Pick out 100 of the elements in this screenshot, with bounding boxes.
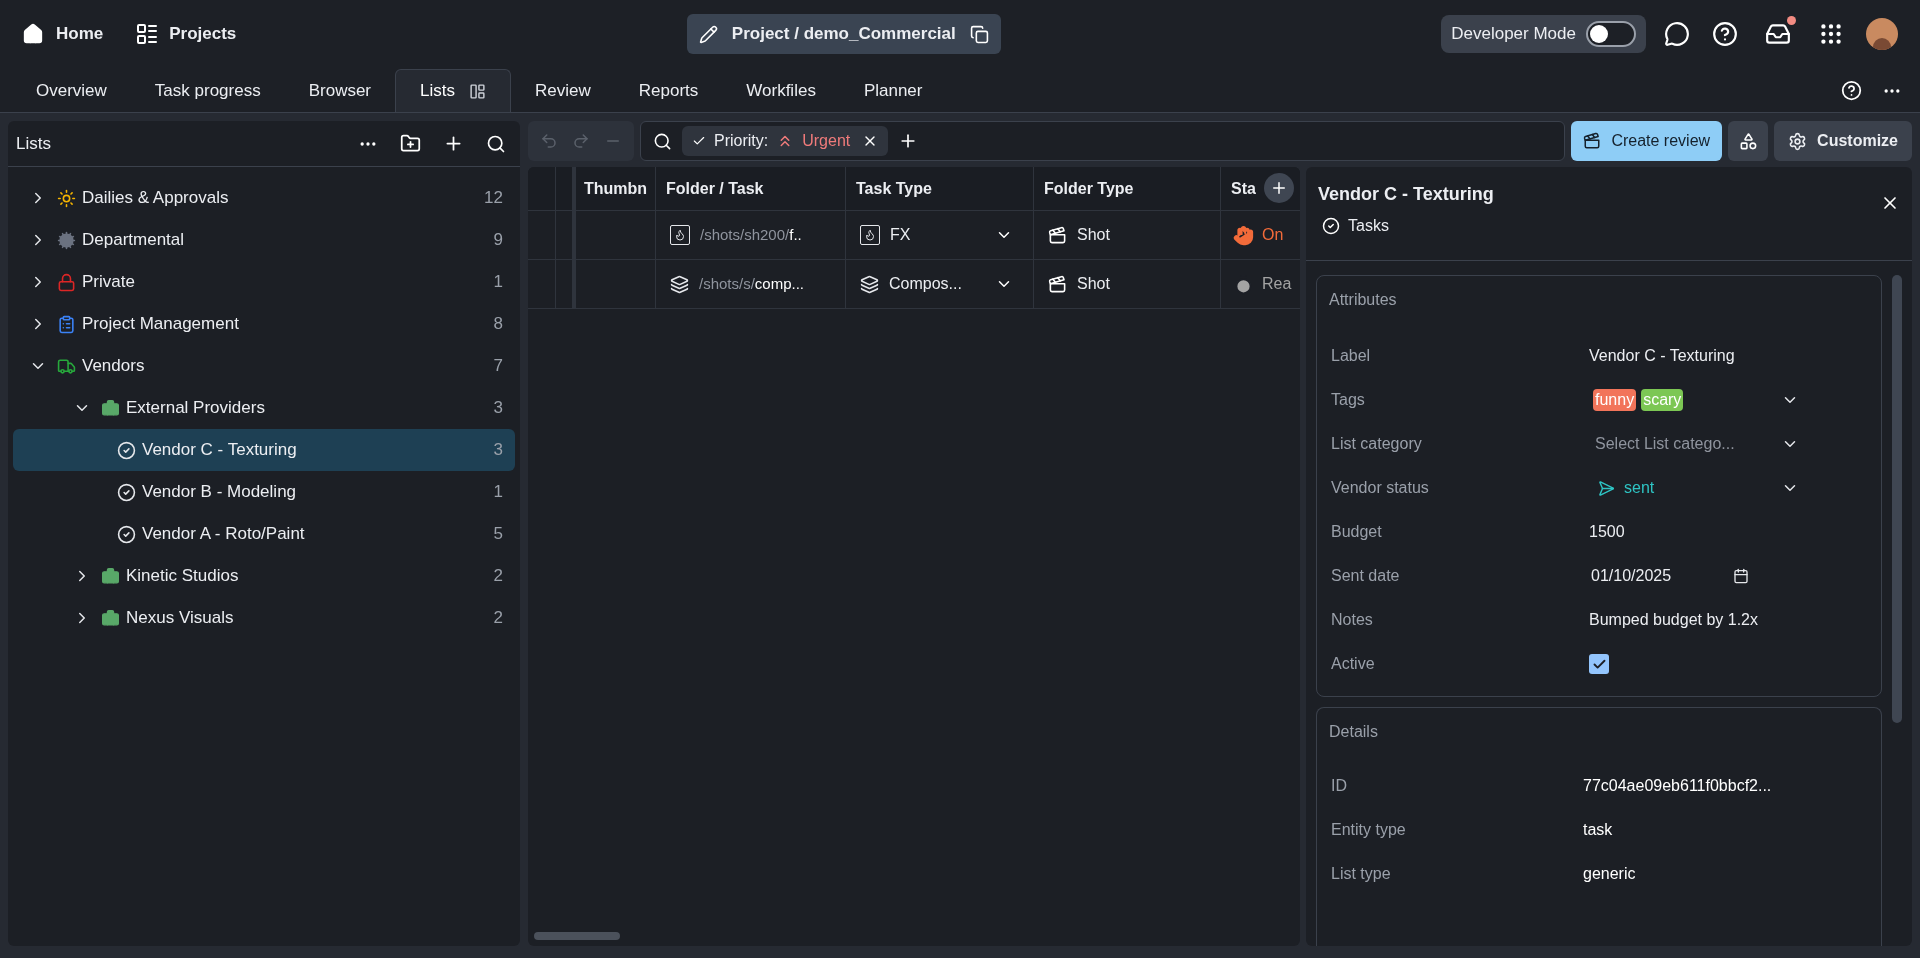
- inbox-icon[interactable]: [1765, 21, 1791, 47]
- folder-path: /shots/sh200/f..: [700, 224, 802, 245]
- status-select[interactable]: sent: [1589, 473, 1799, 503]
- tree-item[interactable]: Vendors 7: [13, 345, 515, 387]
- help-icon[interactable]: [1712, 21, 1738, 47]
- tree-item[interactable]: Vendor C - Texturing 3: [13, 429, 515, 471]
- item-label: Kinetic Studios: [126, 565, 239, 588]
- category-select[interactable]: Select List catego...: [1589, 429, 1799, 459]
- item-label: Project Management: [82, 313, 239, 336]
- tree-item[interactable]: Project Management 8: [13, 303, 515, 345]
- date-field[interactable]: 01/10/2025: [1589, 561, 1749, 591]
- detail-label: List type: [1330, 864, 1392, 884]
- list-icon[interactable]: [135, 22, 160, 46]
- check-circle-icon: [1322, 217, 1340, 235]
- customize-button[interactable]: Customize: [1774, 121, 1912, 161]
- task-type-select[interactable]: FX: [846, 211, 1034, 259]
- attribute-label: Label: [1330, 346, 1372, 366]
- tab[interactable]: Overview: [12, 69, 131, 112]
- create-review-button[interactable]: Create review: [1571, 121, 1723, 161]
- tag: funny: [1593, 389, 1637, 411]
- item-label: Vendor A - Roto/Paint: [142, 523, 305, 546]
- item-count: 3: [493, 439, 503, 462]
- status-label: Rea: [1262, 274, 1292, 294]
- layers-icon: [860, 274, 879, 294]
- project-button[interactable]: Project / demo_Commercial: [686, 14, 1001, 54]
- tree-item[interactable]: External Providers 3: [13, 387, 515, 429]
- attribute-label: Sent date: [1330, 566, 1401, 586]
- task-type-select[interactable]: Compos...: [846, 260, 1034, 308]
- toggle-switch[interactable]: [1586, 21, 1636, 47]
- shapes-button[interactable]: [1728, 121, 1769, 161]
- folder-path: /shots/s/comp...: [699, 273, 805, 294]
- item-count: 12: [484, 187, 503, 210]
- item-label: Vendors: [82, 355, 145, 378]
- attribute-value: 1500: [1589, 522, 1625, 542]
- item-label: Dailies & Approvals: [82, 187, 229, 210]
- tab[interactable]: Browser: [284, 69, 396, 112]
- search-icon: [653, 131, 672, 151]
- checkbox[interactable]: [1589, 654, 1609, 674]
- attribute-label: Budget: [1330, 522, 1383, 542]
- avatar[interactable]: [1866, 18, 1898, 50]
- apps-grid-icon[interactable]: [1818, 21, 1844, 47]
- clapperboard-icon: [1048, 225, 1067, 245]
- flame-icon: [670, 225, 690, 245]
- filter-chip[interactable]: Priority: Urgent: [682, 126, 889, 156]
- scrollbar-thumb[interactable]: [534, 932, 620, 940]
- tree-item[interactable]: Departmental 9: [13, 219, 515, 261]
- shapes-icon: [1738, 131, 1758, 151]
- home-link[interactable]: Home: [22, 21, 104, 47]
- column-header[interactable]: Thumbn: [584, 176, 648, 201]
- column-header[interactable]: Task Type: [856, 176, 932, 201]
- attribute-label: Active: [1330, 654, 1376, 674]
- filter-value: Urgent: [802, 131, 851, 151]
- item-count: 3: [493, 397, 503, 420]
- item-count: 9: [493, 229, 503, 252]
- tab[interactable]: Planner: [839, 69, 947, 112]
- item-count: 1: [493, 271, 503, 294]
- attribute-label: Vendor status: [1330, 478, 1430, 498]
- detail-label: ID: [1330, 776, 1348, 796]
- item-label: Vendor C - Texturing: [142, 439, 297, 462]
- attribute-label: Notes: [1330, 610, 1374, 630]
- developer-mode-toggle[interactable]: Developer Mode: [1441, 15, 1646, 53]
- attribute-value: Vendor C - Texturing: [1589, 346, 1735, 366]
- copy-icon[interactable]: [969, 24, 989, 44]
- pencil-icon[interactable]: [698, 24, 718, 44]
- item-label: Vendor B - Modeling: [142, 481, 297, 504]
- tab[interactable]: Review: [511, 69, 615, 112]
- projects-link[interactable]: Projects: [135, 21, 237, 47]
- section-title: Attributes: [1329, 290, 1398, 310]
- tab[interactable]: Workfiles: [722, 69, 840, 112]
- item-label: Private: [82, 271, 135, 294]
- item-label: Nexus Visuals: [126, 607, 234, 630]
- column-header[interactable]: Sta: [1231, 176, 1256, 201]
- column-header[interactable]: Folder / Task: [666, 176, 764, 201]
- item-label: External Providers: [126, 397, 265, 420]
- tree-item[interactable]: Private 1: [13, 261, 515, 303]
- tab[interactable]: Reports: [614, 69, 723, 112]
- check-circle-icon: [117, 482, 136, 502]
- layout-icon[interactable]: [469, 82, 486, 100]
- chat-icon[interactable]: [1664, 21, 1690, 47]
- new-folder-icon[interactable]: [400, 133, 421, 154]
- search-icon[interactable]: [486, 133, 506, 154]
- tab[interactable]: Lists: [395, 69, 511, 112]
- check-circle-icon: [117, 440, 136, 460]
- scrollbar-thumb[interactable]: [1892, 275, 1902, 723]
- detail-label: Entity type: [1330, 820, 1407, 840]
- help-icon[interactable]: [1841, 80, 1862, 101]
- tag: scary: [1641, 389, 1684, 411]
- calendar-icon[interactable]: [1733, 568, 1749, 584]
- detail-value: generic: [1583, 864, 1636, 884]
- tree-item[interactable]: Dailies & Approvals 12: [13, 177, 515, 219]
- filter-bar[interactable]: Priority: Urgent: [640, 121, 1566, 161]
- tab[interactable]: Task progress: [130, 69, 285, 112]
- tree-item[interactable]: Kinetic Studios 2: [13, 555, 515, 597]
- tree-item[interactable]: Nexus Visuals 2: [13, 597, 515, 639]
- tree-item[interactable]: Vendor A - Roto/Paint 5: [13, 513, 515, 555]
- column-header[interactable]: Folder Type: [1044, 176, 1134, 201]
- item-count: 2: [493, 565, 503, 588]
- clapperboard-icon: [1583, 132, 1602, 150]
- tree-item[interactable]: Vendor B - Modeling 1: [13, 471, 515, 513]
- home-icon[interactable]: [22, 23, 44, 45]
